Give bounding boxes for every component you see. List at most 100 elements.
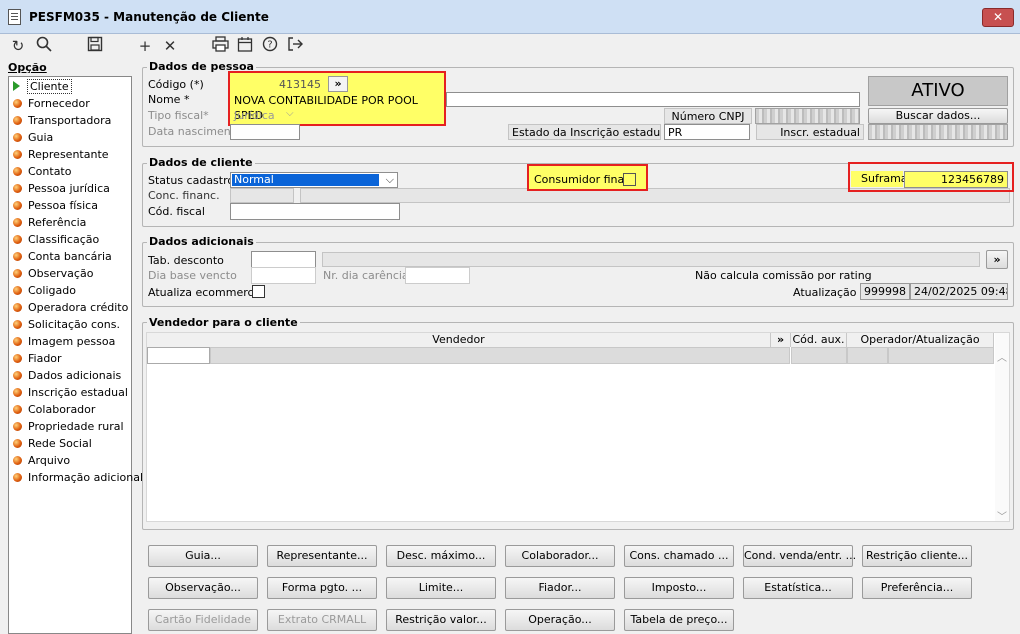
extrato-crmall-button[interactable]: Extrato CRMALL: [267, 609, 377, 631]
estatistica-button[interactable]: Estatística...: [743, 577, 853, 599]
cod-fiscal-field[interactable]: [230, 203, 400, 220]
sidebar-item-fornecedor[interactable]: Fornecedor: [13, 96, 90, 112]
sidebar-item-operadora-credito[interactable]: Operadora crédito: [13, 300, 128, 316]
atualizacao-user: 999998: [860, 283, 910, 300]
bullet-icon: [13, 116, 22, 125]
sidebar-item-observacao[interactable]: Observação: [13, 266, 93, 282]
sidebar-item-informacao-adicional[interactable]: Informação adicional: [13, 470, 143, 486]
svg-text:?: ?: [267, 40, 272, 51]
sidebar-item-transportadora[interactable]: Transportadora: [13, 113, 111, 129]
sidebar-item-conta-bancaria[interactable]: Conta bancária: [13, 249, 112, 265]
scroll-down-icon[interactable]: ﹀: [997, 508, 1007, 523]
forma-pgto-button[interactable]: Forma pgto. ...: [267, 577, 377, 599]
data-nascimento-field[interactable]: [230, 124, 300, 140]
vendedor-name-cell: [210, 347, 790, 364]
consumidor-final-checkbox[interactable]: [623, 173, 636, 186]
operacao-button[interactable]: Operação...: [505, 609, 615, 631]
fiador-button[interactable]: Fiador...: [505, 577, 615, 599]
adicionais-group-title: Dados adicionais: [147, 235, 256, 248]
suframa-label: Suframa: [851, 171, 908, 187]
sidebar-item-imagem-pessoa[interactable]: Imagem pessoa: [13, 334, 115, 350]
bullet-icon: [13, 405, 22, 414]
search-icon[interactable]: [34, 36, 54, 56]
tabela-preco-button[interactable]: Tabela de preço...: [624, 609, 734, 631]
delete-icon[interactable]: ✕: [160, 36, 180, 56]
cartao-fidelidade-button[interactable]: Cartão Fidelidade: [148, 609, 258, 631]
sidebar-item-colaborador[interactable]: Colaborador: [13, 402, 95, 418]
help-icon[interactable]: ?: [260, 36, 280, 56]
data-nascimento-label: Data nascimento: [148, 125, 242, 138]
nome-field-extension[interactable]: [446, 92, 860, 107]
sidebar-item-guia[interactable]: Guia: [13, 130, 53, 146]
sidebar-item-pessoa-fisica[interactable]: Pessoa física: [13, 198, 98, 214]
restricao-valor-button[interactable]: Restrição valor...: [386, 609, 496, 631]
buscar-dados-button[interactable]: Buscar dados...: [868, 108, 1008, 124]
sidebar-item-rede-social[interactable]: Rede Social: [13, 436, 92, 452]
save-icon[interactable]: [85, 36, 105, 56]
sidebar-item-arquivo[interactable]: Arquivo: [13, 453, 70, 469]
dia-base-vencto-field[interactable]: [251, 267, 316, 284]
atualizacao-cell: [888, 347, 994, 364]
observacao-button[interactable]: Observação...: [148, 577, 258, 599]
nr-dia-carencia-field[interactable]: [405, 267, 470, 284]
inscr-estadual-field[interactable]: [868, 124, 1008, 140]
sidebar-item-representante[interactable]: Representante: [13, 147, 109, 163]
bullet-icon: [13, 371, 22, 380]
cnpj-field[interactable]: [755, 108, 860, 124]
sidebar-item-fiador[interactable]: Fiador: [13, 351, 62, 367]
vendedor-column-header[interactable]: Vendedor: [147, 333, 771, 347]
colaborador-button[interactable]: Colaborador...: [505, 545, 615, 567]
sidebar-item-inscricao-estadual[interactable]: Inscrição estadual: [13, 385, 128, 401]
close-button[interactable]: ✕: [982, 8, 1014, 27]
status-cadastro-select[interactable]: Normal ⌵: [230, 172, 398, 188]
codigo-field[interactable]: 413145: [232, 77, 324, 92]
sidebar-item-pessoa-juridica[interactable]: Pessoa jurídica: [13, 181, 110, 197]
sidebar-item-referencia[interactable]: Referência: [13, 215, 86, 231]
restricao-cliente-button[interactable]: Restrição cliente...: [862, 545, 972, 567]
imposto-button[interactable]: Imposto...: [624, 577, 734, 599]
cod-aux-column-header[interactable]: Cód. aux.: [791, 333, 847, 347]
atualiza-ecommerce-checkbox[interactable]: [252, 285, 265, 298]
status-cadastro-label: Status cadastro: [148, 174, 235, 187]
atualizacao-date: 24/02/2025 09:48:4: [910, 283, 1008, 300]
sidebar-item-dados-adicionais[interactable]: Dados adicionais: [13, 368, 121, 384]
operador-column-header[interactable]: Operador/Atualização: [847, 333, 994, 347]
sidebar-item-cliente[interactable]: Cliente: [13, 79, 72, 95]
tab-desconto-lookup-button[interactable]: »: [986, 250, 1008, 269]
nome-field[interactable]: NOVA CONTABILIDADE POR POOL SPED: [232, 93, 444, 122]
add-icon[interactable]: +: [135, 36, 155, 56]
document-icon: [8, 9, 21, 25]
sidebar-item-coligado[interactable]: Coligado: [13, 283, 76, 299]
scroll-up-icon[interactable]: ︿: [997, 349, 1007, 364]
window-title: PESFM035 - Manutenção de Cliente: [29, 10, 269, 24]
cons-chamado-button[interactable]: Cons. chamado ...: [624, 545, 734, 567]
sidebar-item-propriedade-rural[interactable]: Propriedade rural: [13, 419, 124, 435]
guia-button[interactable]: Guia...: [148, 545, 258, 567]
chevron-down-icon: ⌵: [286, 108, 294, 119]
refresh-icon[interactable]: ↻: [8, 36, 28, 56]
tab-desconto-code[interactable]: [251, 251, 316, 268]
cond-venda-button[interactable]: Cond. venda/entr. ...: [743, 545, 856, 567]
nome-label: Nome *: [148, 93, 190, 106]
bullet-icon: [13, 354, 22, 363]
consumidor-final-label: Consumidor final: [534, 173, 628, 186]
representante-button[interactable]: Representante...: [267, 545, 377, 567]
print-icon[interactable]: [210, 36, 230, 56]
vendedor-lookup-header[interactable]: »: [771, 333, 791, 347]
desc-maximo-button[interactable]: Desc. máximo...: [386, 545, 496, 567]
codigo-lookup-button[interactable]: »: [328, 76, 348, 92]
suframa-field[interactable]: 123456789: [904, 171, 1008, 188]
chevron-down-icon: ⌵: [385, 173, 394, 186]
limite-button[interactable]: Limite...: [386, 577, 496, 599]
bullet-icon: [13, 99, 22, 108]
vendedor-code-cell[interactable]: [147, 347, 210, 364]
exit-icon[interactable]: [285, 36, 305, 56]
sidebar-item-contato[interactable]: Contato: [13, 164, 71, 180]
sidebar-item-solicitacao-cons[interactable]: Solicitação cons.: [13, 317, 120, 333]
preferencia-button[interactable]: Preferência...: [862, 577, 972, 599]
sidebar-item-classificacao[interactable]: Classificação: [13, 232, 99, 248]
arrow-right-icon: [13, 81, 20, 91]
bullet-icon: [13, 303, 22, 312]
calendar-icon[interactable]: [235, 36, 255, 56]
estado-ie-field[interactable]: PR: [664, 124, 750, 140]
